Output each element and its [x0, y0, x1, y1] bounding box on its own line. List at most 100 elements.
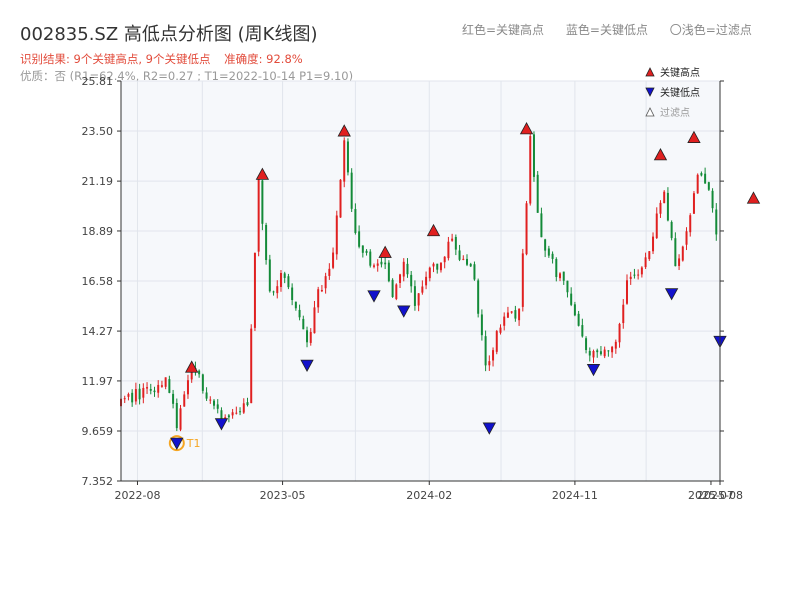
- candle-body: [339, 179, 342, 218]
- candle-body: [320, 289, 323, 292]
- candle-body: [149, 389, 152, 391]
- candle-body: [335, 215, 338, 255]
- candle-body: [447, 241, 450, 259]
- candle-body: [551, 253, 554, 259]
- candle-body: [674, 238, 677, 267]
- candle-body: [666, 192, 669, 221]
- candlestick-chart: T1 7.352 9.659 11.97 14.27 16.58 18.89 21.19 23.…: [82, 66, 761, 502]
- candle-body: [372, 265, 375, 267]
- candle-body: [700, 173, 703, 176]
- candle-body: [294, 301, 297, 309]
- candle-body: [707, 182, 710, 190]
- candle-body: [231, 412, 234, 416]
- legend-label: 过滤点: [660, 106, 690, 119]
- candle-body: [614, 341, 617, 349]
- candle-body: [268, 259, 271, 292]
- candle-body: [648, 251, 651, 260]
- candle-body: [235, 412, 238, 414]
- candle-body: [354, 209, 357, 233]
- candle-body: [261, 180, 264, 224]
- candle-body: [566, 280, 569, 293]
- candle-body: [131, 392, 134, 403]
- candle-body: [536, 174, 539, 213]
- candle-body: [637, 274, 640, 276]
- candle-body: [663, 191, 666, 204]
- candle-body: [410, 274, 413, 287]
- candle-body: [127, 394, 130, 397]
- candle-body: [198, 370, 201, 375]
- candle-body: [201, 374, 204, 391]
- candle-body: [313, 307, 316, 334]
- candle-body: [428, 267, 431, 279]
- candle-body: [328, 268, 331, 276]
- candle-body: [480, 314, 483, 336]
- candle-body: [570, 293, 573, 305]
- y-tick-label: 16.58: [82, 275, 114, 288]
- candle-body: [291, 287, 294, 301]
- candle-body: [376, 263, 379, 266]
- candle-body: [462, 258, 465, 260]
- candle-body: [213, 400, 216, 406]
- candle-body: [581, 325, 584, 337]
- y-tick-label: 21.19: [82, 175, 114, 188]
- candle-body: [685, 231, 688, 245]
- candle-body: [503, 316, 506, 326]
- candle-body: [406, 263, 409, 275]
- candle-body: [380, 261, 383, 265]
- candle-body: [715, 209, 718, 235]
- candle-body: [611, 346, 614, 353]
- y-tick-label: 18.89: [82, 225, 114, 238]
- legend-label: 关键低点: [660, 86, 700, 99]
- candle-body: [555, 259, 558, 278]
- candle-body: [559, 273, 562, 279]
- candle-body: [492, 350, 495, 361]
- candle-body: [346, 141, 349, 173]
- y-tick-label: 23.50: [82, 125, 114, 138]
- candle-body: [183, 394, 186, 407]
- candle-body: [283, 273, 286, 278]
- candle-body: [458, 250, 461, 260]
- candle-body: [696, 174, 699, 194]
- key-high-marker: [746, 191, 761, 204]
- candle-body: [250, 328, 253, 404]
- candle-body: [365, 250, 368, 253]
- candle-body: [220, 410, 223, 419]
- candle-body: [332, 252, 335, 268]
- candle-body: [525, 203, 528, 255]
- candle-body: [488, 361, 491, 366]
- candle-body: [547, 248, 550, 256]
- candle-body: [134, 389, 137, 402]
- candle-body: [466, 258, 469, 265]
- x-tick-label: 2025-08: [697, 489, 743, 502]
- candle-body: [484, 336, 487, 366]
- candle-body: [425, 276, 428, 286]
- candle-body: [499, 327, 502, 333]
- candle-body: [439, 262, 442, 271]
- candle-body: [309, 332, 312, 343]
- candle-body: [529, 136, 532, 204]
- candle-body: [164, 377, 167, 387]
- candle-body: [573, 304, 576, 316]
- y-tick-label: 9.659: [82, 425, 114, 438]
- candle-body: [711, 190, 714, 209]
- candle-body: [276, 286, 279, 294]
- candle-body: [369, 251, 372, 266]
- t1-label: T1: [186, 437, 201, 450]
- candle-body: [640, 267, 643, 275]
- candle-body: [633, 274, 636, 276]
- candle-body: [544, 239, 547, 251]
- candle-body: [521, 253, 524, 307]
- candle-body: [585, 338, 588, 351]
- candle-body: [681, 246, 684, 261]
- candle-body: [216, 404, 219, 409]
- candle-body: [175, 402, 178, 429]
- candle-body: [540, 213, 543, 238]
- candle-body: [239, 411, 242, 413]
- candle-body: [625, 280, 628, 304]
- candle-body: [186, 380, 189, 395]
- candle-body: [298, 309, 301, 318]
- candle-body: [361, 245, 364, 253]
- candle-body: [514, 310, 517, 319]
- candle-body: [417, 293, 420, 306]
- candle-body: [421, 286, 424, 293]
